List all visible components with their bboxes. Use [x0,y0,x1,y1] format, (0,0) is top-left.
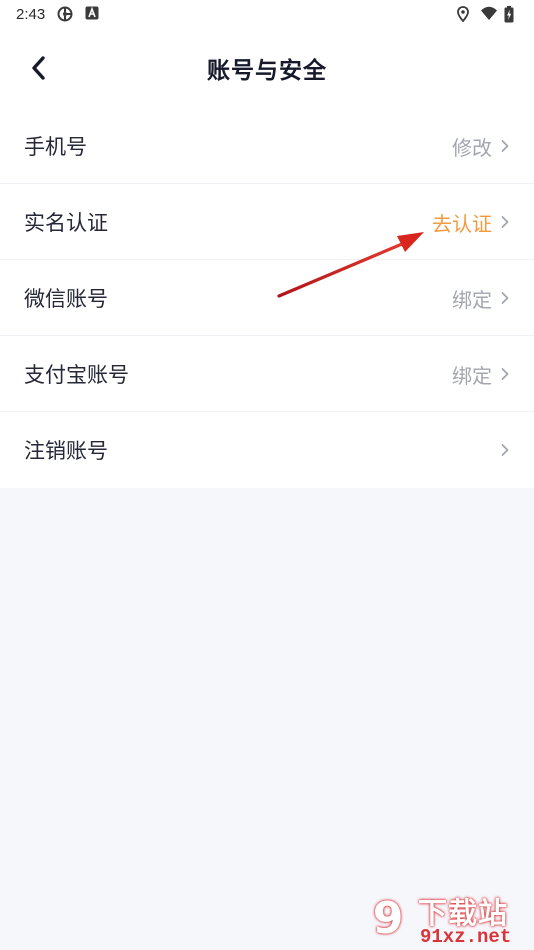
network-icon [57,6,73,22]
wifi-icon [480,6,497,22]
chevron-right-icon [501,444,509,456]
verify-now-link[interactable]: 去认证 [432,208,492,237]
account-security-screen: 2:43 账号与安全 手机号 修改 实名认证 去认证 微信账号 绑定 支付宝账号… [0,0,534,950]
row-label-alipay-account: 支付宝账号 [24,363,129,387]
row-right-wechat-account: 绑定 [452,284,510,313]
chevron-right-icon [501,292,509,304]
bind-wechat-link[interactable]: 绑定 [452,284,492,313]
row-phone-number[interactable]: 手机号 修改 [0,108,534,184]
watermark-logo: 9 [372,893,404,944]
chevron-right-icon [501,216,509,228]
a-app-icon [85,6,101,22]
row-right-real-name-verification: 去认证 [432,208,510,237]
row-label-phone-number: 手机号 [24,135,87,159]
row-alipay-account[interactable]: 支付宝账号 绑定 [0,336,534,412]
status-right [456,6,520,23]
chevron-right-icon [501,140,509,152]
battery-charging-icon [504,6,520,23]
page-title: 账号与安全 [207,58,327,84]
bind-alipay-link[interactable]: 绑定 [452,360,492,389]
chevron-right-icon [501,368,509,380]
row-cancel-account[interactable]: 注销账号 [0,412,534,488]
row-label-cancel-account: 注销账号 [24,439,108,463]
settings-list: 手机号 修改 实名认证 去认证 微信账号 绑定 支付宝账号 绑定 注销账号 [0,108,534,488]
top-app-bar: 账号与安全 [0,28,534,108]
location-icon [456,6,472,23]
row-right-cancel-account [492,442,510,458]
row-label-wechat-account: 微信账号 [24,287,108,311]
chevron-left-icon [32,56,45,80]
row-real-name-verification[interactable]: 实名认证 去认证 [0,184,534,260]
watermark-subtitle: 91xz.net [420,926,512,948]
status-bar: 2:43 [0,0,534,28]
status-time: 2:43 [16,5,46,23]
row-label-real-name-verification: 实名认证 [24,211,108,235]
modify-phone-link[interactable]: 修改 [452,132,492,161]
watermark: 9 下载站 91xz.net [360,890,530,948]
row-right-phone-number: 修改 [452,132,510,161]
status-left: 2:43 [16,6,101,23]
row-wechat-account[interactable]: 微信账号 绑定 [0,260,534,336]
back-button[interactable] [20,50,56,86]
row-right-alipay-account: 绑定 [452,360,510,389]
